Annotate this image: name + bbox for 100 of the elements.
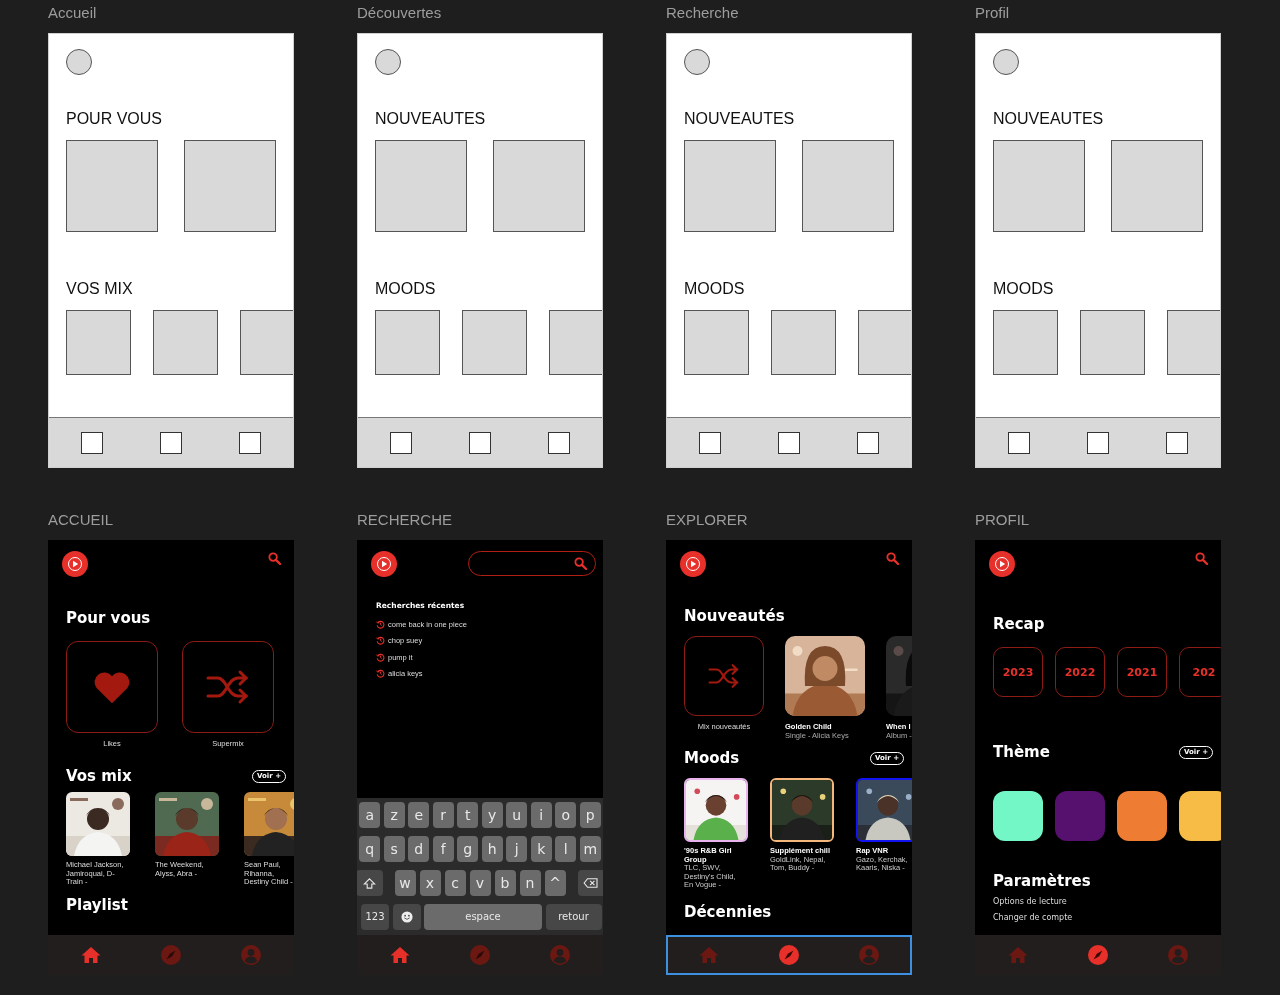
image-placeholder: [375, 310, 440, 375]
avatar-placeholder: [684, 49, 710, 75]
image-placeholder: [66, 310, 131, 375]
section-title: MOODS: [684, 279, 745, 299]
play-logo-icon[interactable]: [989, 551, 1015, 577]
emoji-icon: [400, 911, 413, 923]
year-button[interactable]: 2022: [1055, 647, 1105, 697]
frame-label: Découvertes: [357, 3, 442, 23]
frame-label: Accueil: [48, 3, 97, 23]
shift-key[interactable]: [357, 870, 383, 896]
keyboard-key[interactable]: p: [579, 802, 601, 828]
keyboard-key[interactable]: t: [457, 802, 479, 828]
keyboard-key[interactable]: r: [432, 802, 454, 828]
year-button[interactable]: 2021: [1117, 647, 1167, 697]
space-key[interactable]: espace: [424, 904, 542, 930]
heart-icon: [92, 669, 132, 705]
keyboard-key[interactable]: m: [579, 836, 601, 862]
nav-placeholder: [390, 431, 412, 454]
keyboard-key[interactable]: e: [408, 802, 430, 828]
search-icon[interactable]: [886, 552, 899, 565]
section-title: MOODS: [375, 279, 436, 299]
compass-icon[interactable]: [1088, 945, 1108, 965]
keyboard-key[interactable]: n: [519, 870, 541, 896]
nav-placeholder: [548, 431, 570, 454]
keyboard-key[interactable]: i: [530, 802, 552, 828]
keyboard-key[interactable]: v: [469, 870, 491, 896]
nav-placeholder: [1166, 431, 1188, 454]
keyboard-key[interactable]: a: [359, 802, 381, 828]
home-icon[interactable]: [81, 946, 101, 964]
mood-cover[interactable]: [770, 778, 834, 842]
year-button[interactable]: 2023: [993, 647, 1043, 697]
keyboard-key[interactable]: 123: [361, 904, 389, 930]
frame-label: ACCUEIL: [48, 510, 114, 530]
frame-label: PROFIL: [975, 510, 1030, 530]
frame-label: RECHERCHE: [357, 510, 452, 530]
keyboard-key[interactable]: b: [494, 870, 516, 896]
keyboard-key[interactable]: u: [506, 802, 528, 828]
section-title: Paramètres: [993, 871, 1091, 891]
history-icon: [376, 669, 385, 679]
keyboard-key[interactable]: h: [481, 836, 503, 862]
keyboard-key[interactable]: o: [555, 802, 577, 828]
playlist-tile[interactable]: [182, 641, 274, 733]
keyboard-key[interactable]: y: [481, 802, 503, 828]
nav-placeholder: [1008, 431, 1030, 454]
backspace-key[interactable]: [577, 870, 603, 896]
theme-swatch[interactable]: [993, 791, 1043, 841]
keyboard-key[interactable]: z: [383, 802, 405, 828]
keyboard-key[interactable]: retour: [545, 904, 602, 930]
nav-placeholder: [1087, 431, 1109, 454]
shuffle-icon: [708, 663, 740, 689]
home-icon[interactable]: [390, 946, 410, 964]
search-icon: [574, 557, 587, 570]
section-title: Recap: [993, 614, 1045, 634]
keyboard-key[interactable]: q: [359, 836, 381, 862]
keyboard-key[interactable]: c: [444, 870, 466, 896]
nav-placeholder: [239, 431, 261, 454]
section-title: Thème: [993, 742, 1050, 762]
emoji-key[interactable]: [392, 904, 421, 930]
playlist-tile[interactable]: [66, 641, 158, 733]
keyboard-key[interactable]: w: [394, 870, 416, 896]
theme-swatch[interactable]: [1055, 791, 1105, 841]
frame-label: EXPLORER: [666, 510, 748, 530]
search-icon[interactable]: [1195, 552, 1208, 565]
search-icon[interactable]: [268, 552, 281, 565]
shift-icon: [362, 876, 376, 890]
section-title: MOODS: [993, 279, 1054, 299]
theme-swatch[interactable]: [1117, 791, 1167, 841]
settings-link[interactable]: Options de lecture: [993, 897, 1067, 907]
keyboard-key[interactable]: f: [432, 836, 454, 862]
image-placeholder: [153, 310, 218, 375]
keyboard-key[interactable]: j: [506, 836, 528, 862]
play-logo-icon[interactable]: [680, 551, 706, 577]
section-title: NOUVEAUTES: [684, 109, 795, 129]
nav-placeholder: [469, 431, 491, 454]
image-placeholder: [771, 310, 836, 375]
nav-placeholder: [699, 431, 721, 454]
mood-cover[interactable]: [856, 778, 912, 842]
nav-placeholder: [857, 431, 879, 454]
keyboard-key[interactable]: l: [555, 836, 577, 862]
section-title: VOS MIX: [66, 279, 133, 299]
year-button[interactable]: 202: [1179, 647, 1221, 697]
avatar-placeholder: [375, 49, 401, 75]
shuffle-icon: [206, 669, 250, 705]
section-title: NOUVEAUTES: [375, 109, 486, 129]
keyboard-key[interactable]: g: [457, 836, 479, 862]
keyboard-key[interactable]: x: [419, 870, 441, 896]
keyboard-key[interactable]: s: [383, 836, 405, 862]
keyboard-key[interactable]: k: [530, 836, 552, 862]
image-placeholder: [1080, 310, 1145, 375]
keyboard-key[interactable]: ^: [544, 870, 566, 896]
keyboard-key[interactable]: d: [408, 836, 430, 862]
nav-placeholder: [81, 431, 103, 454]
theme-swatch[interactable]: [1179, 791, 1221, 841]
settings-link[interactable]: Changer de compte: [993, 913, 1073, 923]
compass-icon[interactable]: [779, 945, 799, 965]
section-title: Playlist: [66, 894, 128, 915]
play-logo-icon[interactable]: [371, 551, 397, 577]
playlist-tile[interactable]: [684, 636, 764, 716]
image-placeholder: [993, 310, 1058, 375]
play-logo-icon[interactable]: [62, 551, 88, 577]
